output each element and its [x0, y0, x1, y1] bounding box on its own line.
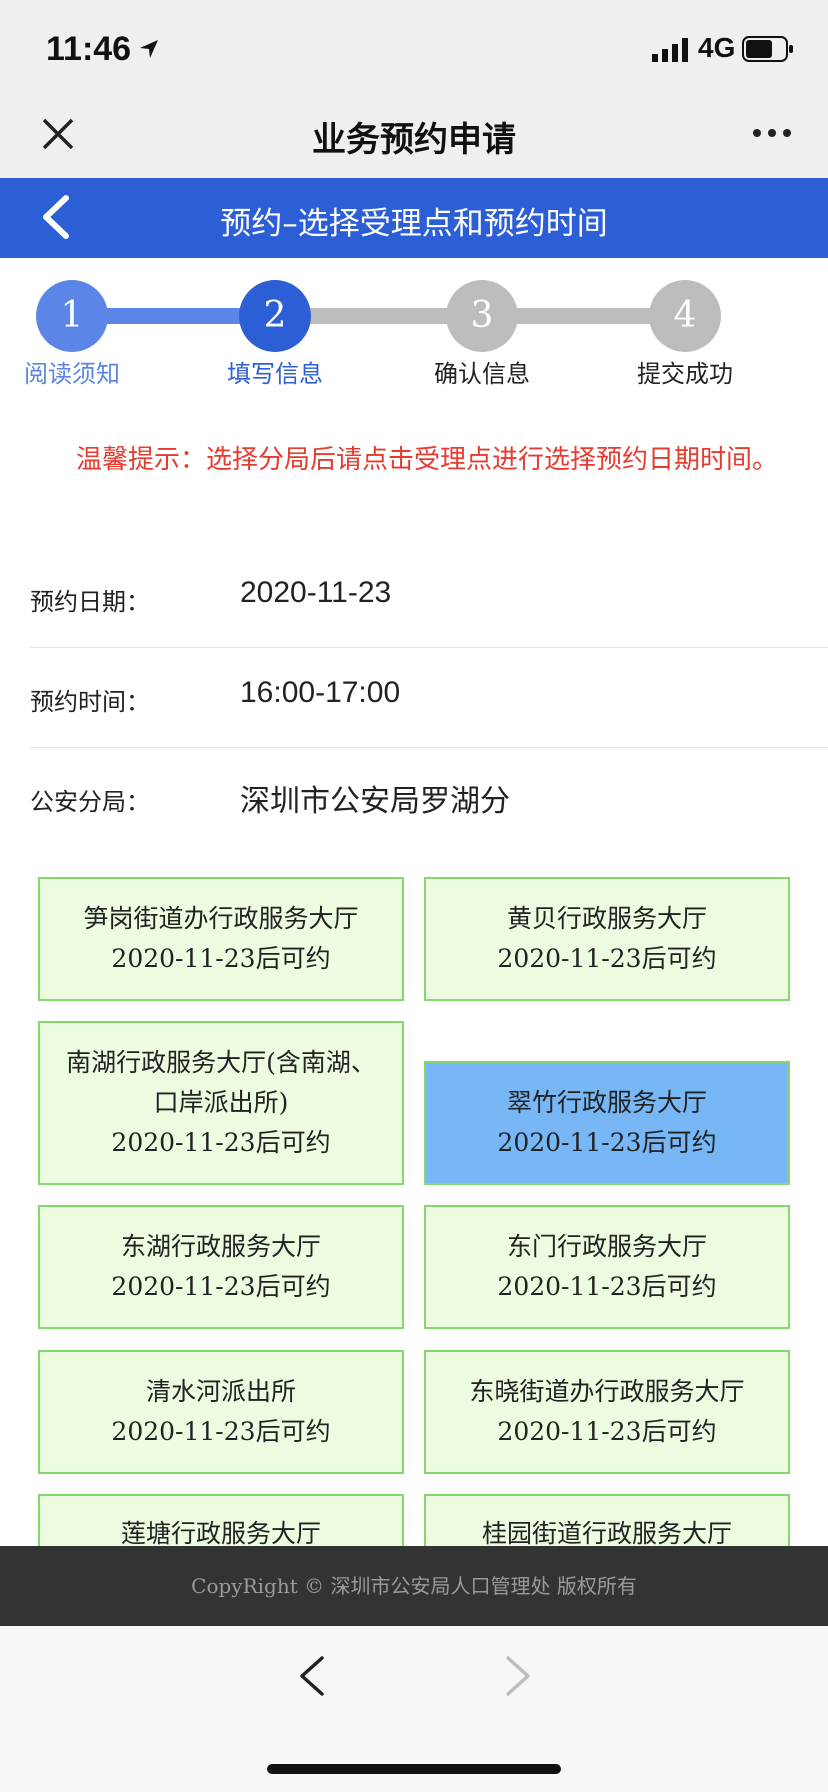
step-label: 提交成功 [637, 360, 733, 388]
hall-card[interactable]: 清水河派出所 2020-11-23后可约 [38, 1350, 404, 1474]
hall-card[interactable]: 南湖行政服务大厅(含南湖、口岸派出所) 2020-11-23后可约 [38, 1021, 404, 1185]
copyright-footer: CopyRight © 深圳市公安局人口管理处 版权所有 [0, 1546, 828, 1626]
hall-availability: 2020-11-23后可约 [497, 944, 717, 973]
home-indicator [267, 1764, 561, 1774]
hall-card[interactable]: 笋岗街道办行政服务大厅 2020-11-23后可约 [38, 877, 404, 1001]
more-dots-icon[interactable] [752, 126, 792, 140]
hall-name: 南湖行政服务大厅(含南湖、口岸派出所) [66, 1048, 376, 1117]
hall-availability: 2020-11-23后可约 [111, 944, 331, 973]
step-label: 确认信息 [434, 360, 530, 388]
hall-name: 清水河派出所 [145, 1377, 296, 1406]
step-number: 3 [446, 280, 518, 352]
hall-name: 黄贝行政服务大厅 [506, 904, 707, 933]
step-submit-success: 4 提交成功 [615, 280, 755, 389]
step-label: 填写信息 [227, 360, 323, 388]
time-row: 预约时间： 16:00-17:00 [30, 648, 828, 748]
step-label: 阅读须知 [24, 360, 120, 388]
status-time: 11:46 [46, 30, 132, 68]
step-number: 4 [649, 280, 721, 352]
step-number: 1 [36, 280, 108, 352]
wechat-title-bar: 业务预约申请 [0, 100, 828, 178]
hall-availability: 2020-11-23后可约 [497, 1128, 717, 1157]
signal-bars-icon [652, 38, 688, 62]
section-title: 预约–选择受理点和预约时间 [220, 206, 608, 242]
page-title: 业务预约申请 [312, 120, 516, 160]
section-header: 预约–选择受理点和预约时间 [0, 178, 828, 258]
bureau-label: 公安分局： [30, 788, 150, 816]
date-field[interactable]: 2020-11-23 [240, 576, 391, 610]
hall-availability: 2020-11-23后可约 [111, 1272, 331, 1301]
hall-card[interactable]: 黄贝行政服务大厅 2020-11-23后可约 [424, 877, 790, 1001]
hall-availability: 2020-11-23后可约 [111, 1417, 331, 1446]
nav-forward-icon[interactable] [502, 1654, 534, 1698]
hall-card-selected[interactable]: 翠竹行政服务大厅 2020-11-23后可约 [424, 1061, 790, 1185]
bureau-select[interactable]: 深圳市公安局罗湖分 [240, 776, 540, 820]
step-number: 2 [239, 280, 311, 352]
date-label: 预约日期： [30, 588, 150, 616]
hall-availability: 2020-11-23后可约 [497, 1417, 717, 1446]
hall-card[interactable]: 东门行政服务大厅 2020-11-23后可约 [424, 1205, 790, 1329]
hall-availability: 2020-11-23后可约 [497, 1272, 717, 1301]
battery-icon [742, 36, 793, 62]
warm-tip: 温馨提示：选择分局后请点击受理点进行选择预约日期时间。 [76, 445, 779, 475]
status-bar: 11:46 4G [0, 0, 828, 100]
hall-name: 东湖行政服务大厅 [120, 1232, 321, 1261]
nav-back-icon[interactable] [296, 1654, 328, 1698]
bureau-row: 公安分局： 深圳市公安局罗湖分 [30, 748, 828, 848]
location-arrow-icon [140, 40, 158, 58]
time-field[interactable]: 16:00-17:00 [240, 676, 400, 710]
time-label: 预约时间： [30, 688, 150, 716]
hall-card[interactable]: 东晓街道办行政服务大厅 2020-11-23后可约 [424, 1350, 790, 1474]
hall-card[interactable]: 东湖行政服务大厅 2020-11-23后可约 [38, 1205, 404, 1329]
step-read-notice: 1 阅读须知 [2, 280, 142, 389]
hall-name: 翠竹行政服务大厅 [506, 1088, 707, 1117]
progress-stepper: 1 阅读须知 2 填写信息 3 确认信息 4 提交成功 [0, 258, 828, 398]
hall-availability: 2020-11-23后可约 [111, 1128, 331, 1157]
step-fill-info: 2 填写信息 [205, 280, 345, 389]
date-row: 预约日期： 2020-11-23 [30, 548, 828, 648]
browser-nav-bar [0, 1626, 828, 1792]
hall-name: 笋岗街道办行政服务大厅 [83, 904, 359, 933]
hall-name: 东晓街道办行政服务大厅 [469, 1377, 745, 1406]
hall-name: 东门行政服务大厅 [506, 1232, 707, 1261]
step-confirm-info: 3 确认信息 [412, 280, 552, 389]
network-type: 4G [698, 32, 736, 63]
